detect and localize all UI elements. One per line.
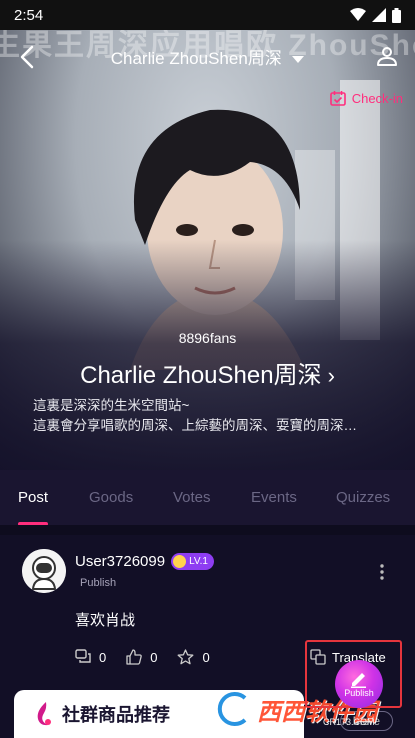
user-profile-icon[interactable] xyxy=(375,44,399,68)
username: User3726099 xyxy=(75,553,166,570)
fans-count: 8896fans xyxy=(178,330,237,346)
star-icon xyxy=(178,649,194,665)
community-switcher[interactable]: Charlie ZhouShen周深 xyxy=(0,44,415,69)
promo-title: 社群商品推荐 xyxy=(62,705,170,725)
post-content[interactable]: 喜欢肖战 xyxy=(75,609,135,630)
status-icons xyxy=(350,7,401,23)
fab-label: Publish xyxy=(344,688,374,698)
comment-button[interactable]: 0 xyxy=(75,649,106,665)
more-options-icon[interactable] xyxy=(379,563,385,581)
tab-goods[interactable]: Goods xyxy=(89,489,133,506)
calendar-check-icon xyxy=(329,91,346,106)
community-description: 這裏是深深的生米空間站~ 這裏會分享唱歌的周深、上綜藝的周深、耍寶的周深… xyxy=(33,396,385,436)
signal-icon xyxy=(372,8,386,22)
thumbs-up-icon xyxy=(126,649,143,665)
checkin-button[interactable]: Check-in xyxy=(329,90,403,106)
checkin-label: Check-in xyxy=(351,90,403,106)
tab-votes[interactable]: Votes xyxy=(173,489,211,506)
comment-count: 0 xyxy=(99,649,107,665)
post-card: User3726099 LV.1 Publish 喜欢肖战 0 0 0 Tran… xyxy=(0,525,415,738)
tab-quizzes[interactable]: Quizzes xyxy=(336,489,390,506)
status-bar: 2:54 xyxy=(0,0,415,30)
publish-fab[interactable]: Publish xyxy=(335,660,383,708)
favorite-button[interactable]: 0 xyxy=(177,649,210,665)
post-meta: Publish xyxy=(80,577,117,589)
community-name: Charlie ZhouShen周深 xyxy=(80,362,322,389)
battery-icon xyxy=(392,7,401,23)
pencil-icon xyxy=(351,673,366,688)
status-time: 2:54 xyxy=(14,6,44,24)
level-text: LV.1 xyxy=(189,556,208,567)
brand-logo-icon xyxy=(37,702,51,726)
star-count: 0 xyxy=(202,649,210,665)
wifi-icon xyxy=(350,8,366,21)
tab-post[interactable]: Post xyxy=(18,489,49,526)
like-count: 0 xyxy=(150,649,158,665)
description-line: 這裏是深深的生米空間站~ xyxy=(33,398,190,413)
like-button[interactable]: 0 xyxy=(126,649,157,665)
post-author[interactable]: User3726099 LV.1 xyxy=(75,553,214,570)
nav-title: Charlie ZhouShen周深 xyxy=(110,49,282,68)
astronaut-avatar-icon xyxy=(22,549,66,593)
chevron-right-icon: › xyxy=(327,363,335,388)
comment-icon xyxy=(75,649,91,663)
top-navigation: Charlie ZhouShen周深 xyxy=(0,36,415,76)
description-line: 這裏會分享唱歌的周深、上綜藝的周深、耍寶的周深… xyxy=(33,418,357,433)
avatar[interactable] xyxy=(22,549,66,593)
content-tabs: Post Goods Votes Events Quizzes xyxy=(0,470,415,526)
divider xyxy=(0,525,415,535)
caret-down-icon xyxy=(292,55,305,63)
tab-events[interactable]: Events xyxy=(251,489,297,506)
post-actions: 0 0 0 xyxy=(75,649,210,665)
community-title[interactable]: Charlie ZhouShen周深 › xyxy=(0,355,415,390)
level-medal-icon xyxy=(173,555,187,568)
watermark-subtext: CR173.COM xyxy=(323,717,375,727)
watermark-c-icon xyxy=(216,690,248,728)
level-badge: LV.1 xyxy=(171,553,214,570)
